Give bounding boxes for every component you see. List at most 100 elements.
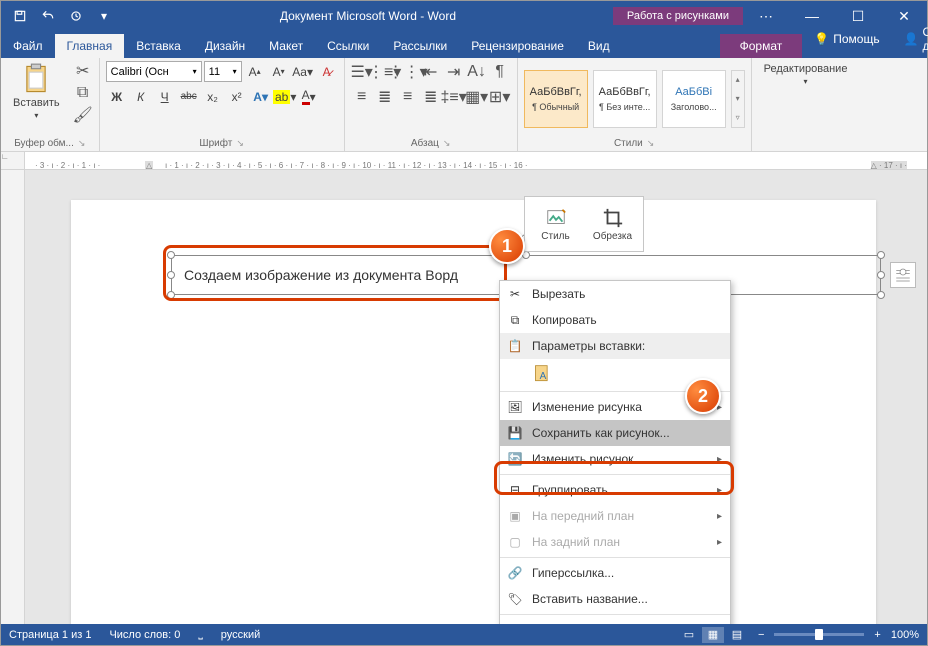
tab-home[interactable]: Главная xyxy=(55,34,125,58)
status-proofing-icon[interactable]: ⎵ xyxy=(198,628,202,641)
status-words[interactable]: Число слов: 0 xyxy=(109,629,180,641)
resize-handle[interactable] xyxy=(877,251,885,259)
ruler-corner[interactable]: ∟ xyxy=(1,152,25,170)
document-area: Стиль Обрезка Создаем изображение из док… xyxy=(1,170,927,624)
clear-format-button[interactable]: A̷ xyxy=(316,61,338,82)
zoom-in-button[interactable]: + xyxy=(874,629,880,641)
horizontal-ruler[interactable]: ∟ · 3 · ı · 2 · ı · 1 · ı · △ ı · 1 · ı … xyxy=(1,152,927,170)
tab-mailings[interactable]: Рассылки xyxy=(381,34,459,58)
title-bar: ▾ Документ Microsoft Word - Word Работа … xyxy=(1,1,927,31)
cm-copy-label: Копировать xyxy=(532,313,597,327)
editing-button[interactable]: Редактирование ▾ xyxy=(758,61,854,88)
line-spacing-button[interactable]: ‡≡▾ xyxy=(443,86,465,107)
shading-button[interactable]: ▦▾ xyxy=(466,86,488,107)
tab-layout[interactable]: Макет xyxy=(257,34,315,58)
share-button[interactable]: 👤Общий доступ xyxy=(892,20,928,58)
subscript-button[interactable]: x₂ xyxy=(202,86,224,107)
tab-design[interactable]: Дизайн xyxy=(193,34,257,58)
view-print-button[interactable]: ▦ xyxy=(702,627,724,643)
superscript-button[interactable]: x² xyxy=(226,86,248,107)
mini-style-button[interactable]: Стиль xyxy=(529,201,582,247)
tab-view[interactable]: Вид xyxy=(576,34,622,58)
increase-indent-button[interactable]: ⇥ xyxy=(443,61,465,82)
qat-customize[interactable]: ▾ xyxy=(91,3,117,29)
layout-options-button[interactable] xyxy=(890,262,916,288)
status-language[interactable]: русский xyxy=(221,629,260,641)
cm-change-picture[interactable]: 🔄Изменить рисунок...▸ xyxy=(500,446,730,472)
styles-dialog-launcher[interactable]: ↘ xyxy=(647,138,655,149)
font-name-combo[interactable]: Calibri (Осн▾ xyxy=(106,61,202,82)
scissors-icon: ✂ xyxy=(506,285,524,303)
shrink-font-button[interactable]: A▾ xyxy=(268,61,290,82)
cm-save-as-picture[interactable]: 💾Сохранить как рисунок... xyxy=(500,420,730,446)
text-effects-button[interactable]: A▾ xyxy=(250,86,272,107)
status-bar: Страница 1 из 1 Число слов: 0 ⎵ русский … xyxy=(1,624,927,645)
zoom-out-button[interactable]: − xyxy=(758,629,764,641)
bold-button[interactable]: Ж xyxy=(106,86,128,107)
cm-front-label: На передний план xyxy=(532,509,634,523)
cm-paste-picture[interactable]: A xyxy=(530,361,556,387)
justify-button[interactable]: ≣ xyxy=(420,86,442,107)
ribbon-options-button[interactable]: ⋯ xyxy=(743,1,789,31)
borders-button[interactable]: ⊞▾ xyxy=(489,86,511,107)
cm-cut[interactable]: ✂Вырезать xyxy=(500,281,730,307)
tab-format[interactable]: Формат xyxy=(720,34,803,58)
decrease-indent-button[interactable]: ⇤ xyxy=(420,61,442,82)
style-heading1[interactable]: АаБбВі Заголово... xyxy=(662,70,726,128)
undo-button[interactable] xyxy=(35,3,61,29)
zoom-thumb[interactable] xyxy=(815,629,823,640)
multilevel-button[interactable]: ⋮⋮▾ xyxy=(397,61,419,82)
sort-button[interactable]: A↓ xyxy=(466,61,488,82)
highlight-button[interactable]: ab▾ xyxy=(274,86,296,107)
zoom-level[interactable]: 100% xyxy=(891,629,919,641)
cm-group[interactable]: ⊟Группировать▸ xyxy=(500,477,730,503)
clipboard-icon: 📋 xyxy=(506,337,524,355)
tab-review[interactable]: Рецензирование xyxy=(459,34,576,58)
tab-file[interactable]: Файл xyxy=(1,34,55,58)
tell-me-button[interactable]: 💡Помощь xyxy=(802,20,891,58)
align-right-button[interactable]: ≡ xyxy=(397,86,419,107)
resize-handle[interactable] xyxy=(167,271,175,279)
vertical-ruler[interactable] xyxy=(1,170,25,624)
resize-handle[interactable] xyxy=(167,291,175,299)
font-size-combo[interactable]: 11▾ xyxy=(204,61,242,82)
window-title: Документ Microsoft Word - Word xyxy=(123,9,613,23)
copy-button[interactable]: ⧉ xyxy=(73,83,93,103)
view-web-button[interactable]: ▤ xyxy=(726,627,748,643)
cm-wrap-text[interactable]: ☰Обтекание текстом▸ xyxy=(500,617,730,624)
cm-hyperlink[interactable]: 🔗Гиперссылка... xyxy=(500,560,730,586)
redo-button[interactable] xyxy=(63,3,89,29)
format-painter-button[interactable]: 🖌 xyxy=(73,105,93,125)
view-read-button[interactable]: ▭ xyxy=(678,627,700,643)
font-dialog-launcher[interactable]: ↘ xyxy=(236,138,244,149)
resize-handle[interactable] xyxy=(877,271,885,279)
style-no-spacing[interactable]: АаБбВвГг, ¶ Без инте... xyxy=(593,70,657,128)
cut-button[interactable]: ✂ xyxy=(73,61,93,81)
underline-button[interactable]: Ч xyxy=(154,86,176,107)
align-left-button[interactable]: ≡ xyxy=(351,86,373,107)
cm-copy[interactable]: ⧉Копировать xyxy=(500,307,730,333)
show-marks-button[interactable]: ¶ xyxy=(489,61,511,82)
styles-gallery-more[interactable]: ▴▾▿ xyxy=(731,70,745,128)
save-button[interactable] xyxy=(7,3,33,29)
change-case-button[interactable]: Aa▾ xyxy=(292,61,314,82)
status-page[interactable]: Страница 1 из 1 xyxy=(9,629,91,641)
clipboard-dialog-launcher[interactable]: ↘ xyxy=(78,138,86,149)
link-icon: 🔗 xyxy=(506,564,524,582)
cm-insert-caption[interactable]: 🏷Вставить название... xyxy=(500,586,730,612)
tab-insert[interactable]: Вставка xyxy=(124,34,193,58)
resize-handle[interactable] xyxy=(877,291,885,299)
mini-crop-button[interactable]: Обрезка xyxy=(586,201,639,247)
align-center-button[interactable]: ≣ xyxy=(374,86,396,107)
resize-handle[interactable] xyxy=(167,251,175,259)
tab-references[interactable]: Ссылки xyxy=(315,34,381,58)
paste-button[interactable]: Вставить ▾ xyxy=(7,61,66,122)
paragraph-dialog-launcher[interactable]: ↘ xyxy=(443,138,451,149)
zoom-slider[interactable] xyxy=(774,633,864,636)
page[interactable]: Стиль Обрезка Создаем изображение из док… xyxy=(71,200,876,624)
style-normal[interactable]: АаБбВвГг, ¶ Обычный xyxy=(524,70,588,128)
font-color-button[interactable]: A▾ xyxy=(298,86,320,107)
strike-button[interactable]: abc xyxy=(178,86,200,107)
grow-font-button[interactable]: A▴ xyxy=(244,61,266,82)
italic-button[interactable]: К xyxy=(130,86,152,107)
